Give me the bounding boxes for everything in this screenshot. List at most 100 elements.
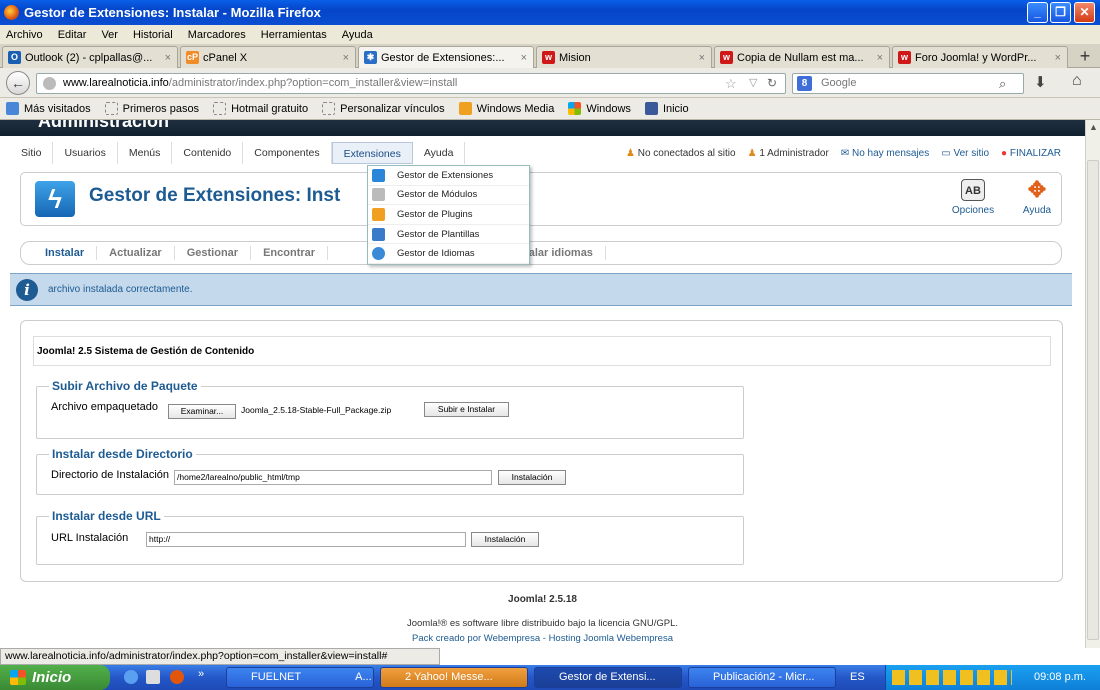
search-placeholder: Google: [821, 77, 857, 89]
dropdown-gestor-modulos[interactable]: Gestor de Módulos: [368, 186, 529, 206]
quicklaunch-more-icon[interactable]: »: [198, 668, 204, 680]
tab-outlook[interactable]: O Outlook (2) - cplpallas@... ×: [2, 46, 178, 68]
task-yahoo-messenger[interactable]: 2 Yahoo! Messe...: [380, 667, 528, 688]
subnav-encontrar[interactable]: Encontrar: [251, 246, 329, 260]
task-label: Publicación2 - Micr...: [713, 671, 815, 683]
search-bar[interactable]: 8 Google ⌕: [792, 73, 1024, 94]
menu-extensiones[interactable]: Extensiones: [331, 142, 413, 164]
tab-gestor-extensiones[interactable]: ✱ Gestor de Extensiones:... ×: [358, 46, 534, 68]
admin-header-title: Administración: [38, 120, 170, 131]
subnav-instalar[interactable]: Instalar: [33, 246, 98, 260]
tray-icons[interactable]: [892, 670, 1012, 685]
menu-menus[interactable]: Menús: [118, 142, 173, 164]
status-bar-blank: [440, 648, 1100, 665]
upload-label: Archivo empaquetado: [51, 401, 159, 413]
download-icon[interactable]: ⬇: [1034, 73, 1047, 91]
menu-usuarios[interactable]: Usuarios: [53, 142, 118, 164]
bookmark-star-icon[interactable]: ☆: [725, 74, 737, 93]
footer-license: Joomla!® es software libre distribuido b…: [406, 618, 678, 629]
close-tab-icon[interactable]: ×: [165, 52, 171, 64]
file-input[interactable]: Joomla_2.5.18-Stable-Full_Package.zip: [239, 404, 419, 419]
menu-componentes[interactable]: Componentes: [243, 142, 332, 164]
close-window-button[interactable]: ✕: [1074, 2, 1095, 23]
status-messages[interactable]: ✉ No hay mensajes: [841, 148, 929, 159]
users-icon: ♟: [625, 147, 638, 159]
page-scrollbar[interactable]: ▲: [1085, 120, 1100, 648]
task-firefox[interactable]: Gestor de Extensi...: [534, 667, 682, 688]
options-button[interactable]: AB Opciones: [947, 179, 999, 221]
joomla-tab-icon: ✱: [364, 51, 377, 64]
scroll-thumb[interactable]: [1087, 160, 1099, 640]
dropdown-gestor-extensiones[interactable]: Gestor de Extensiones: [368, 166, 529, 186]
bookmark-personalizar[interactable]: Personalizar vínculos: [322, 102, 445, 115]
menu-ayuda[interactable]: Ayuda: [342, 29, 373, 41]
menu-ver[interactable]: Ver: [101, 29, 118, 41]
status-logout[interactable]: ● FINALIZAR: [1001, 148, 1061, 159]
subnav-actualizar[interactable]: Actualizar: [97, 246, 175, 260]
bookmark-mas-visitados[interactable]: Más visitados: [6, 102, 91, 115]
dropdown-gestor-plantillas[interactable]: Gestor de Plantillas: [368, 225, 529, 245]
footer-credits[interactable]: Pack creado por Webempresa - Hosting Joo…: [0, 633, 1085, 644]
dropdown-label: Gestor de Plantillas: [397, 228, 480, 240]
menu-sitio[interactable]: Sitio: [10, 142, 54, 164]
tab-copia-nullam[interactable]: w Copia de Nullam est ma... ×: [714, 46, 890, 68]
url-install-input[interactable]: http://: [146, 532, 466, 547]
tab-bar: O Outlook (2) - cplpallas@... × cP cPane…: [0, 44, 1100, 68]
scroll-up-icon[interactable]: ▲: [1089, 122, 1098, 132]
bookmark-folder-icon: [6, 102, 19, 115]
home-icon[interactable]: ⌂: [1072, 72, 1082, 90]
windows-icon: [568, 102, 582, 115]
status-admins: ♟ 1 Administrador: [748, 148, 829, 159]
language-indicator[interactable]: ES: [850, 665, 865, 690]
new-tab-button[interactable]: +: [1074, 46, 1096, 66]
menu-editar[interactable]: Editar: [58, 29, 87, 41]
close-tab-icon[interactable]: ×: [521, 52, 527, 64]
back-button[interactable]: ←: [6, 71, 30, 95]
task-fuelnet[interactable]: FUELNET A...: [226, 667, 374, 688]
close-tab-icon[interactable]: ×: [1055, 52, 1061, 64]
task-publisher[interactable]: Publicación2 - Micr...: [688, 667, 836, 688]
dropdown-gestor-plugins[interactable]: Gestor de Plugins: [368, 205, 529, 225]
extensions-icon: [372, 168, 385, 182]
reload-icon[interactable]: ↻: [767, 74, 777, 93]
url-bar[interactable]: www.larealnoticia.info/administrator/ind…: [36, 73, 786, 94]
search-icon[interactable]: ⌕: [999, 74, 1006, 93]
bookmark-windows-media[interactable]: Windows Media: [458, 102, 554, 115]
desktop-quicklaunch-icon[interactable]: [146, 670, 160, 684]
menu-contenido[interactable]: Contenido: [172, 142, 244, 164]
url-install-button[interactable]: Instalación: [471, 532, 539, 547]
history-dropdown-icon[interactable]: ▽: [749, 74, 757, 93]
tab-mision[interactable]: w Mision ×: [536, 46, 712, 68]
status-view-site[interactable]: ▭ Ver sitio: [941, 148, 989, 159]
menu-historial[interactable]: Historial: [133, 29, 173, 41]
directory-input[interactable]: /home2/larealno/public_html/tmp: [174, 470, 492, 485]
tab-cpanel[interactable]: cP cPanel X ×: [180, 46, 356, 68]
bookmark-inicio[interactable]: Inicio: [644, 102, 689, 115]
menu-marcadores[interactable]: Marcadores: [188, 29, 246, 41]
firefox-quicklaunch-icon[interactable]: [170, 670, 184, 684]
menu-herramientas[interactable]: Herramientas: [261, 29, 327, 41]
tab-foro-joomla[interactable]: w Foro Joomla! y WordPr... ×: [892, 46, 1068, 68]
menu-ayuda-joomla[interactable]: Ayuda: [413, 142, 466, 164]
menu-archivo[interactable]: Archivo: [6, 29, 43, 41]
maximize-button[interactable]: ❐: [1050, 2, 1071, 23]
close-tab-icon[interactable]: ×: [343, 52, 349, 64]
help-lifebuoy-icon: ✥: [1027, 177, 1047, 202]
browse-button[interactable]: Examinar...: [168, 404, 236, 419]
system-tray: 09:08 p.m.: [885, 665, 1100, 690]
start-button[interactable]: Inicio: [0, 665, 110, 690]
bookmark-windows[interactable]: Windows: [568, 102, 631, 115]
help-button[interactable]: ✥ Ayuda: [1011, 179, 1063, 221]
subnav-gestionar[interactable]: Gestionar: [175, 246, 252, 260]
close-tab-icon[interactable]: ×: [877, 52, 883, 64]
bookmark-hotmail[interactable]: Hotmail gratuito: [213, 102, 308, 115]
dropdown-gestor-idiomas[interactable]: Gestor de Idiomas: [368, 244, 529, 264]
windows-media-icon: [458, 102, 472, 115]
browser-status-bar: www.larealnoticia.info/administrator/ind…: [0, 648, 440, 665]
ie-quicklaunch-icon[interactable]: [124, 670, 138, 684]
close-tab-icon[interactable]: ×: [699, 52, 705, 64]
bookmark-primeros-pasos[interactable]: Primeros pasos: [104, 102, 199, 115]
upload-install-button[interactable]: Subir e Instalar: [424, 402, 509, 417]
minimize-button[interactable]: _: [1027, 2, 1048, 23]
directory-install-button[interactable]: Instalación: [498, 470, 566, 485]
